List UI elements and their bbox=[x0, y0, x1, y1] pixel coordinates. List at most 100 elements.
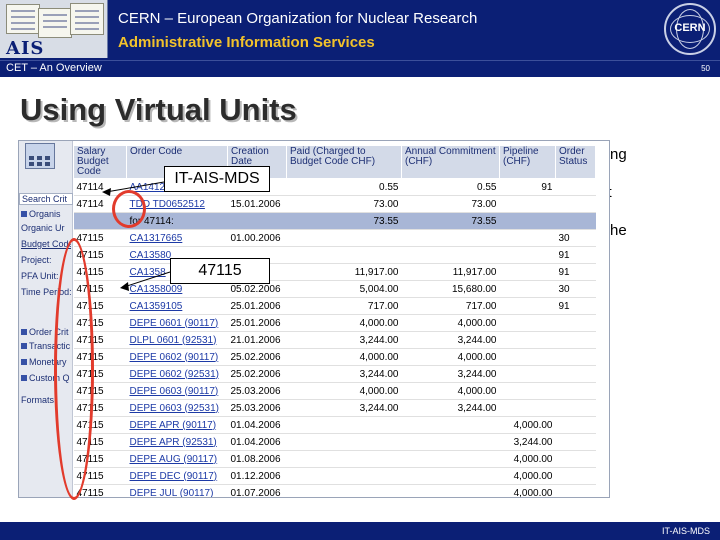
table-row[interactable]: 47115 CA13580 91 bbox=[73, 246, 596, 264]
table-cell bbox=[401, 450, 500, 468]
table-cell: 0.55 bbox=[286, 178, 402, 196]
table-cell: 01.04.2006 bbox=[227, 433, 287, 451]
table-cell bbox=[227, 212, 287, 230]
slide-footer: IT-AIS-MDS bbox=[0, 522, 720, 540]
table-row[interactable]: 47115 DLPL 0601 (92531) 21.01.2006 3,244.00… bbox=[73, 331, 596, 349]
table-cell: 47115 bbox=[73, 229, 127, 247]
expand-icon bbox=[21, 375, 27, 381]
table-cell: 3,244.00 bbox=[286, 365, 402, 383]
table-cell bbox=[286, 246, 402, 264]
table-cell bbox=[555, 399, 596, 417]
table-cell[interactable]: DLPL 0601 (92531) bbox=[126, 331, 228, 349]
table-cell bbox=[401, 467, 500, 485]
table-cell[interactable]: CA1359105 bbox=[126, 297, 228, 315]
slide-header: AIS CERN – European Organization for Nuc… bbox=[0, 0, 720, 60]
table-row[interactable]: for 47114: 73.55 73.55 bbox=[73, 212, 596, 230]
ais-logo: AIS bbox=[0, 0, 108, 58]
table-row[interactable]: 47115 DEPE 0603 (90117) 25.03.2006 4,000.00… bbox=[73, 382, 596, 400]
criteria-organic-unit[interactable]: Organic Ur bbox=[21, 223, 71, 234]
table-cell bbox=[499, 314, 556, 332]
table-cell bbox=[499, 382, 556, 400]
col-header-pipeline[interactable]: Pipeline (CHF) bbox=[499, 145, 556, 179]
table-cell[interactable]: DEPE AUG (90117) bbox=[126, 450, 228, 468]
table-cell: 3,244.00 bbox=[499, 433, 556, 451]
sub-header-bar: CET – An Overview 50 bbox=[0, 60, 720, 77]
expand-icon bbox=[21, 211, 27, 217]
expand-icon bbox=[21, 329, 27, 335]
table-header-row: Salary Budget Code Order Code Creation D… bbox=[73, 145, 596, 179]
table-row[interactable]: 47114 TDD TD0652512 15.01.2006 73.00 73.00 bbox=[73, 195, 596, 213]
table-row[interactable]: 47115 CA1358009 05.02.2006 5,004.00 15,680.0… bbox=[73, 280, 596, 298]
table-cell: 01.00.2006 bbox=[227, 229, 287, 247]
table-cell: 25.02.2006 bbox=[227, 365, 287, 383]
table-cell bbox=[499, 229, 556, 247]
table-cell bbox=[499, 331, 556, 349]
table-cell[interactable]: DEPE 0603 (90117) bbox=[126, 382, 228, 400]
table-cell[interactable]: DEPE 0603 (92531) bbox=[126, 399, 228, 417]
table-cell bbox=[555, 195, 596, 213]
col-header-order-status[interactable]: Order Status bbox=[555, 145, 596, 179]
table-row[interactable]: 47115 DEPE 0603 (92531) 25.03.2006 3,244.00… bbox=[73, 399, 596, 417]
table-cell bbox=[499, 365, 556, 383]
table-cell bbox=[286, 484, 402, 497]
table-row[interactable]: 47115 DEPE AUG (90117) 01.08.2006 4,000.00 bbox=[73, 450, 596, 468]
table-cell[interactable]: DEPE 0601 (90117) bbox=[126, 314, 228, 332]
table-row[interactable]: 47115 DEPE 0601 (90117) 25.01.2006 4,000.00… bbox=[73, 314, 596, 332]
table-cell[interactable]: DEPE JUL (90117) bbox=[126, 484, 228, 497]
table-cell bbox=[555, 314, 596, 332]
table-row[interactable]: 47115 DEPE JUL (90117) 01.07.2006 4,000.00 bbox=[73, 484, 596, 497]
table-cell: 25.03.2006 bbox=[227, 399, 287, 417]
table-cell[interactable]: DEPE DEC (90117) bbox=[126, 467, 228, 485]
table-cell bbox=[401, 433, 500, 451]
table-cell: 25.01.2006 bbox=[227, 314, 287, 332]
table-cell bbox=[555, 348, 596, 366]
table-cell: 3,244.00 bbox=[401, 331, 500, 349]
table-cell: 4,000.00 bbox=[499, 484, 556, 497]
table-cell[interactable]: DEPE 0602 (92531) bbox=[126, 365, 228, 383]
callout-budget-code: 47115 bbox=[170, 258, 270, 284]
table-cell: 01.04.2006 bbox=[227, 416, 287, 434]
table-cell: 4,000.00 bbox=[401, 314, 500, 332]
table-cell bbox=[286, 467, 402, 485]
table-cell: 73.55 bbox=[401, 212, 500, 230]
table-cell: 717.00 bbox=[286, 297, 402, 315]
report-table: Salary Budget Code Order Code Creation D… bbox=[73, 145, 596, 497]
table-row[interactable]: 47115 DEPE 0602 (92531) 25.02.2006 3,244.00… bbox=[73, 365, 596, 383]
col-header-budget-code[interactable]: Salary Budget Code bbox=[73, 145, 127, 179]
table-row[interactable]: 47115 DEPE 0602 (90117) 25.02.2006 4,000.00… bbox=[73, 348, 596, 366]
search-criteria-header[interactable]: Search Crit bbox=[19, 193, 73, 205]
criteria-budget-code[interactable]: Budget Code bbox=[21, 239, 71, 250]
table-cell[interactable]: CA1317665 bbox=[126, 229, 228, 247]
table-row[interactable]: 47115 CA1359105 25.01.2006 717.00 717.00 91 bbox=[73, 297, 596, 315]
table-row[interactable]: 47115 CA1317665 01.00.2006 30 bbox=[73, 229, 596, 247]
table-row[interactable]: 47115 DEPE APR (92531) 01.04.2006 3,244.00 bbox=[73, 433, 596, 451]
cern-logo-text: CERN bbox=[674, 22, 706, 34]
table-cell: 01.12.2006 bbox=[227, 467, 287, 485]
table-cell bbox=[555, 331, 596, 349]
table-cell bbox=[401, 246, 500, 264]
expand-icon bbox=[21, 343, 27, 349]
table-cell: 30 bbox=[555, 280, 596, 298]
col-header-paid[interactable]: Paid (Charged to Budget Code CHF) bbox=[286, 145, 402, 179]
table-cell[interactable]: DEPE APR (90117) bbox=[126, 416, 228, 434]
table-cell[interactable]: DEPE APR (92531) bbox=[126, 433, 228, 451]
table-cell[interactable]: DEPE 0602 (90117) bbox=[126, 348, 228, 366]
table-cell bbox=[499, 399, 556, 417]
table-cell bbox=[499, 246, 556, 264]
table-cell bbox=[499, 280, 556, 298]
table-cell: 11,917.00 bbox=[286, 263, 402, 281]
table-row[interactable]: 47115 DEPE DEC (90117) 01.12.2006 4,000.00 bbox=[73, 467, 596, 485]
table-row[interactable]: 47115 DEPE APR (90117) 01.04.2006 4,000.00 bbox=[73, 416, 596, 434]
table-cell bbox=[499, 263, 556, 281]
table-cell bbox=[499, 297, 556, 315]
table-row[interactable]: 47114 AA14121 0.55 0.55 91 bbox=[73, 178, 596, 196]
table-cell bbox=[286, 416, 402, 434]
table-cell bbox=[555, 212, 596, 230]
col-header-annual-commitment[interactable]: Annual Commitment (CHF) bbox=[401, 145, 500, 179]
table-cell bbox=[555, 382, 596, 400]
criteria-organisation[interactable]: Organis bbox=[21, 209, 71, 220]
table-cell: 25.02.2006 bbox=[227, 348, 287, 366]
table-cell: 91 bbox=[555, 246, 596, 264]
table-cell: 4,000.00 bbox=[401, 382, 500, 400]
table-row[interactable]: 47115 CA1358 11,917.00 11,917.00 91 bbox=[73, 263, 596, 281]
